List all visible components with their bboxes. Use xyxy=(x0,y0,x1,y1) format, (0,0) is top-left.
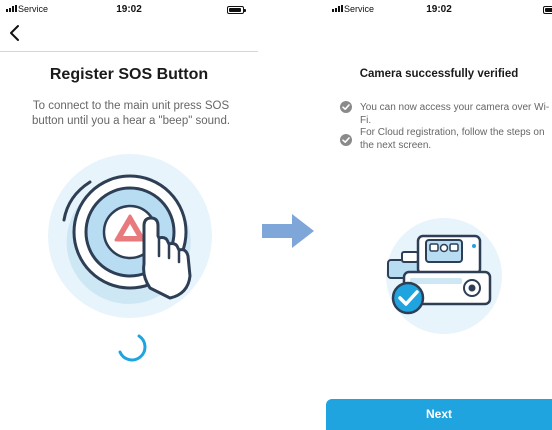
camera-verified-illustration xyxy=(386,218,502,334)
loading-spinner-icon xyxy=(118,334,147,362)
battery-icon xyxy=(227,6,246,14)
status-time: 19:02 xyxy=(116,4,142,15)
register-sos-screen: Service 19:02 Register SOS Button To con… xyxy=(0,0,258,430)
nav-divider xyxy=(0,51,258,52)
page-title: Register SOS Button xyxy=(49,66,209,83)
info-item: You can now access your camera over Wi-F… xyxy=(340,101,552,127)
back-button[interactable] xyxy=(6,22,26,44)
status-bar: Service 19:02 xyxy=(0,0,258,20)
info-item: For Cloud registration, follow the steps… xyxy=(340,126,552,152)
camera-verified-screen: Service 19:02 Camera successfully verifi… xyxy=(326,0,552,430)
status-bar: Service 19:02 xyxy=(326,0,552,20)
status-time: 19:02 xyxy=(426,4,452,15)
info-item-text: For Cloud registration, follow the steps… xyxy=(360,127,545,151)
arrow-right-icon xyxy=(262,214,314,248)
next-button[interactable]: Next xyxy=(326,399,552,430)
page-title: Camera successfully verified xyxy=(359,68,519,80)
check-circle-icon xyxy=(340,134,352,146)
instruction-text: To connect to the main unit press SOS bu… xyxy=(31,100,231,127)
battery-icon xyxy=(543,6,552,14)
sos-button-illustration xyxy=(48,154,212,318)
chevron-left-icon xyxy=(10,25,19,41)
check-circle-icon xyxy=(340,101,352,113)
info-item-text: You can now access your camera over Wi-F… xyxy=(360,102,550,126)
